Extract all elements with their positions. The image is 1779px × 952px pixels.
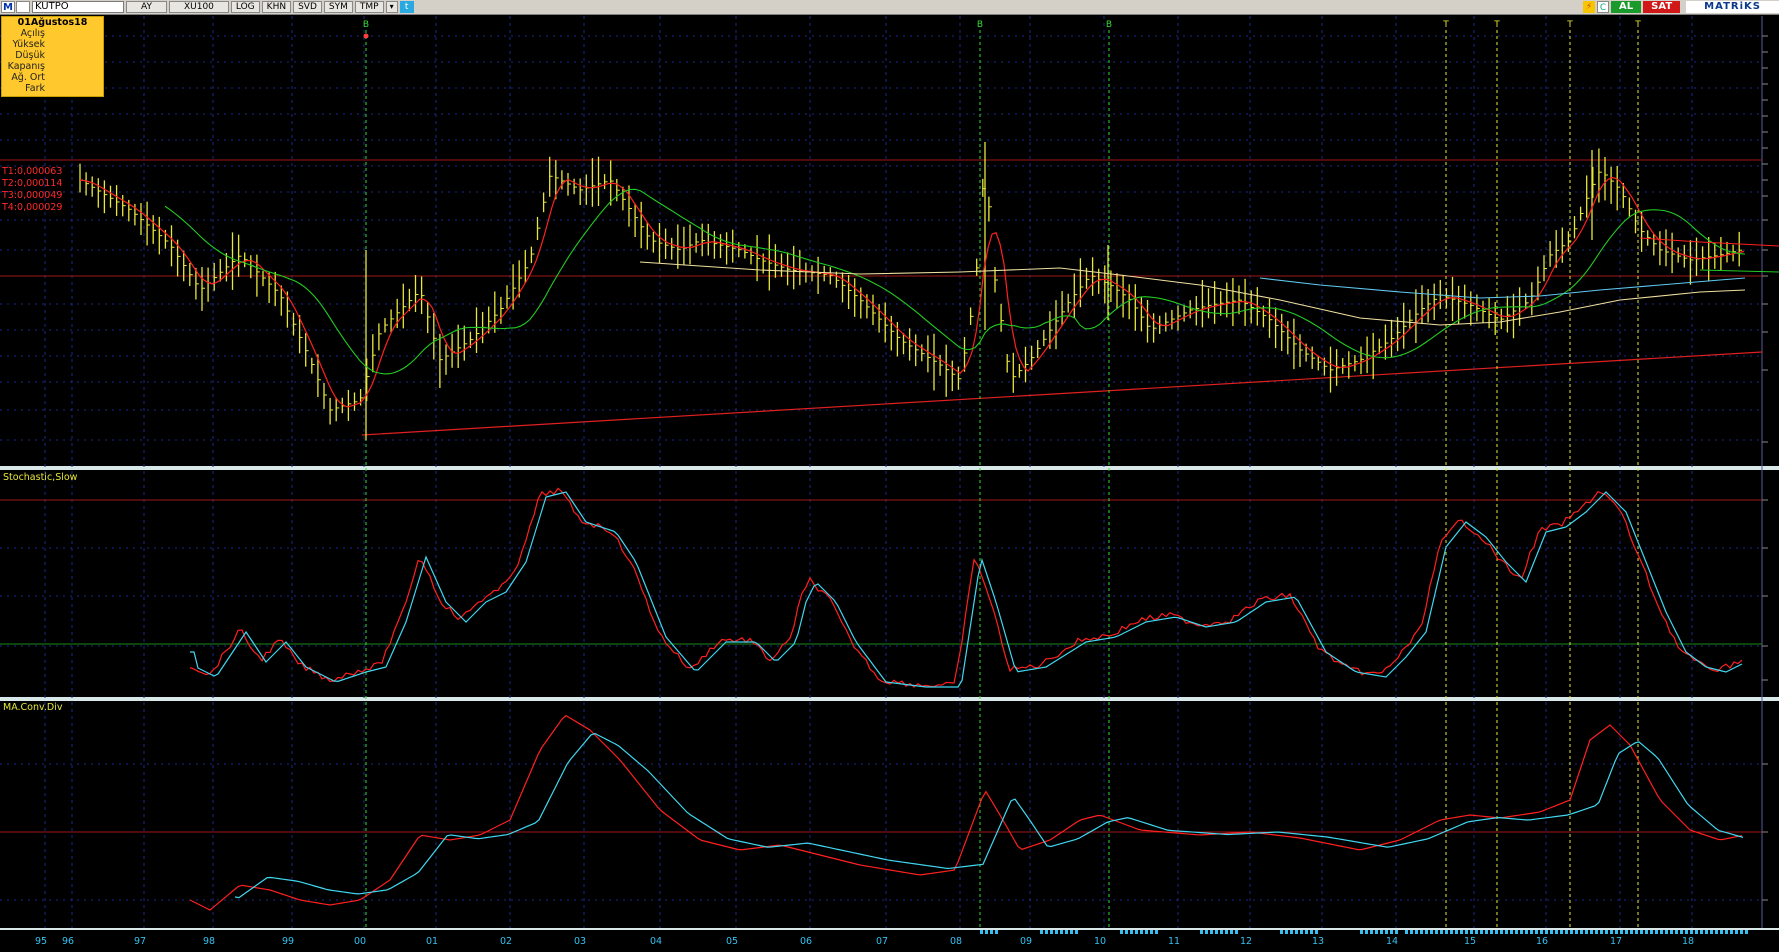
toolbar-right-group: ⚡ C AL SAT MATRiKS xyxy=(1583,0,1779,14)
signal-label: T xyxy=(1442,20,1449,30)
year-label: 10 xyxy=(1094,936,1107,947)
info-label-wavg: Ağ. Ort xyxy=(11,72,45,83)
svd-button[interactable]: SVD xyxy=(293,1,322,13)
ohlc-info-box: 01Ağustos18 Açılış Yüksek Düşük Kapanış … xyxy=(1,16,104,97)
year-label: 17 xyxy=(1610,936,1623,947)
year-label: 98 xyxy=(203,936,216,947)
period-button[interactable]: AY xyxy=(126,1,167,13)
matriks-logo-icon[interactable]: M xyxy=(1,1,15,13)
year-label: 01 xyxy=(426,936,439,947)
year-label: 15 xyxy=(1464,936,1477,947)
info-label-close: Kapanış xyxy=(7,61,45,72)
year-label: 03 xyxy=(574,936,587,947)
brand-logo: MATRiKS xyxy=(1686,1,1779,13)
macd-line xyxy=(189,714,1743,911)
year-label: 95 xyxy=(35,936,48,947)
stoch-d-line xyxy=(190,491,1743,688)
symbol-input[interactable]: KUTPO xyxy=(32,1,124,13)
macd-panel-title: MA.Conv.Div xyxy=(3,702,63,713)
info-label-open: Açılış xyxy=(20,28,45,39)
c-button[interactable]: C xyxy=(1597,1,1610,13)
trendline-label-t3: T3:0,000049 xyxy=(2,190,63,201)
year-label: 18 xyxy=(1682,936,1695,947)
trendline-label-t4: T4:0,000029 xyxy=(2,202,63,213)
year-label: 09 xyxy=(1020,936,1033,947)
signal-label: B xyxy=(1106,20,1112,30)
chevron-down-icon[interactable]: ▾ xyxy=(385,1,398,13)
year-label: 13 xyxy=(1312,936,1325,947)
signal-marker xyxy=(363,33,369,39)
signal-label: B xyxy=(977,20,983,30)
ma-mid-line xyxy=(164,188,1746,375)
trendline-label-t1: T1:0,000063 xyxy=(2,166,63,177)
sell-button[interactable]: SAT xyxy=(1643,1,1681,13)
year-label: 99 xyxy=(282,936,295,947)
year-label: 11 xyxy=(1168,936,1181,947)
year-label: 97 xyxy=(134,936,147,947)
year-label: 16 xyxy=(1536,936,1549,947)
year-label: 06 xyxy=(800,936,813,947)
signal-label: T xyxy=(1566,20,1573,30)
year-label: 02 xyxy=(500,936,513,947)
twitter-icon[interactable]: t xyxy=(399,1,414,13)
year-label: 96 xyxy=(62,936,75,947)
lightning-icon[interactable]: ⚡ xyxy=(1583,1,1596,13)
log-button[interactable]: LOG xyxy=(230,1,260,13)
panel-separator xyxy=(0,697,1779,701)
index-button[interactable]: XU100 xyxy=(168,1,229,13)
year-label: 04 xyxy=(650,936,663,947)
signal-label: B xyxy=(363,20,369,30)
stochastic-panel-title: Stochastic,Slow xyxy=(3,472,78,483)
ma-slow-line xyxy=(639,261,1746,326)
sym-button[interactable]: SYM xyxy=(323,1,353,13)
panel-separator xyxy=(0,466,1779,470)
ma-fast-line xyxy=(79,176,1745,408)
year-label: 05 xyxy=(726,936,739,947)
info-label-diff: Fark xyxy=(25,83,45,94)
khn-button[interactable]: KHN xyxy=(261,1,292,13)
trend-line xyxy=(361,351,1763,436)
info-label-low: Düşük xyxy=(15,50,45,61)
info-date: 01Ağustos18 xyxy=(17,17,88,28)
flag-icon[interactable] xyxy=(16,1,30,13)
year-label: 00 xyxy=(354,936,367,947)
signal-label: T xyxy=(1493,20,1500,30)
signal-label: T xyxy=(1634,20,1641,30)
chart-canvas[interactable]: BBBTTTT xyxy=(0,14,1779,952)
buy-button[interactable]: AL xyxy=(1611,1,1642,13)
panel-separator xyxy=(0,928,1779,930)
year-label: 07 xyxy=(876,936,889,947)
year-label: 14 xyxy=(1386,936,1399,947)
year-label: 08 xyxy=(950,936,963,947)
info-label-high: Yüksek xyxy=(12,39,45,50)
ma-mid-ext xyxy=(1699,269,1779,273)
trendline-label-t2: T2:0,000114 xyxy=(2,178,63,189)
chart-toolbar: M KUTPO AY XU100 LOG KHN SVD SYM TMP ▾ t… xyxy=(0,0,1779,15)
time-axis xyxy=(0,934,1779,952)
year-label: 12 xyxy=(1240,936,1253,947)
tmp-button[interactable]: TMP xyxy=(354,1,384,13)
